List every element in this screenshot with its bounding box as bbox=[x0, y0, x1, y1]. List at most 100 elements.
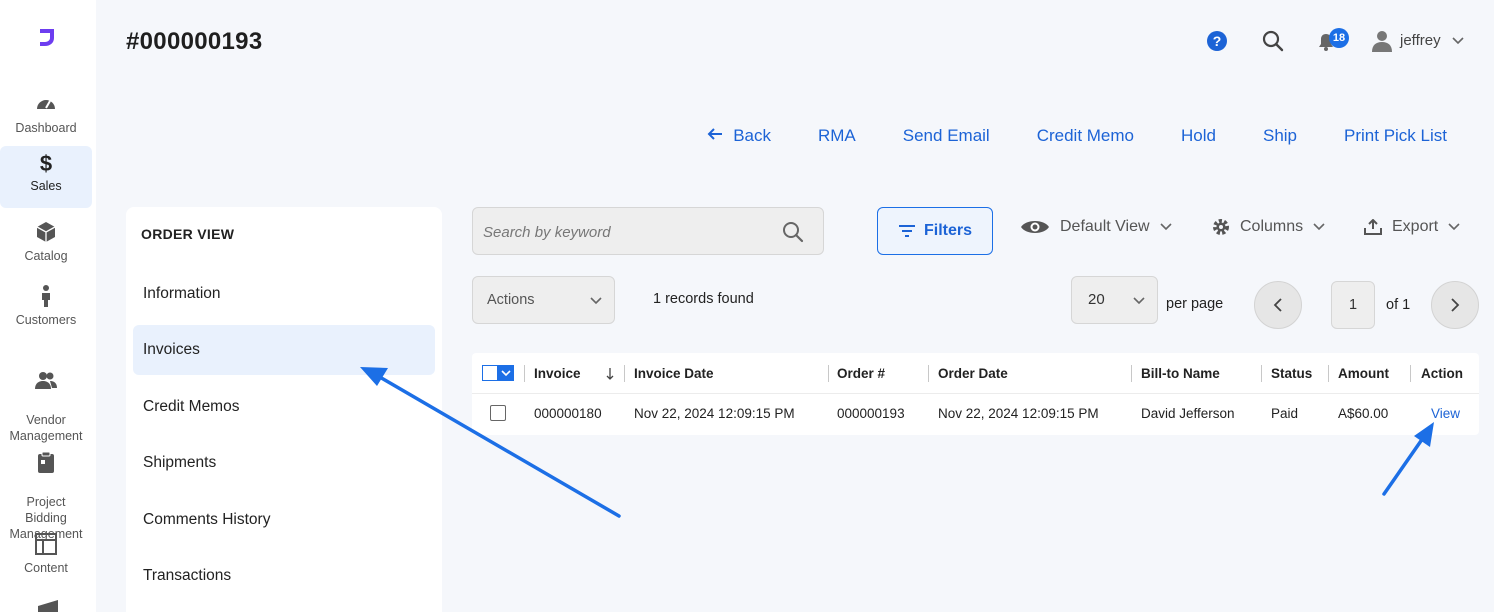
header-invoice[interactable]: Invoice bbox=[534, 366, 581, 381]
header-order-number[interactable]: Order # bbox=[837, 366, 885, 381]
column-separator bbox=[524, 365, 525, 382]
nav-item-content[interactable]: Content bbox=[0, 532, 92, 576]
user-name[interactable]: jeffrey bbox=[1400, 32, 1441, 49]
search-input[interactable] bbox=[483, 220, 773, 244]
search-box bbox=[472, 207, 824, 255]
default-view-label: Default View bbox=[1060, 218, 1150, 235]
send-email-button[interactable]: Send Email bbox=[903, 126, 990, 146]
back-label: Back bbox=[733, 126, 771, 145]
person-icon bbox=[42, 285, 50, 307]
export-icon bbox=[1364, 219, 1382, 235]
ship-button[interactable]: Ship bbox=[1263, 126, 1297, 146]
cell-invoice-date: Nov 22, 2024 12:09:15 PM bbox=[634, 406, 795, 421]
cell-bill-to-name: David Jefferson bbox=[1141, 406, 1235, 421]
nav-item-vendor-management[interactable]: Vendor Management bbox=[0, 352, 92, 444]
column-separator bbox=[928, 365, 929, 382]
header-action: Action bbox=[1421, 366, 1463, 381]
search-icon[interactable] bbox=[781, 220, 805, 244]
users-icon bbox=[35, 372, 57, 389]
credit-memo-button[interactable]: Credit Memo bbox=[1037, 126, 1134, 146]
nav-item-sales[interactable]: $ Sales bbox=[0, 146, 92, 208]
svg-text:?: ? bbox=[1213, 33, 1222, 49]
gear-icon bbox=[1213, 219, 1229, 235]
nav-label: Content bbox=[24, 561, 68, 575]
columns-dropdown[interactable]: Columns bbox=[1212, 218, 1325, 236]
header-status[interactable]: Status bbox=[1271, 366, 1312, 381]
brand-logo-icon[interactable] bbox=[36, 26, 58, 48]
mass-select-arrow[interactable] bbox=[498, 365, 514, 381]
view-invoice-link[interactable]: View bbox=[1431, 406, 1460, 421]
chevron-right-icon bbox=[1451, 298, 1460, 312]
cell-order-number: 000000193 bbox=[837, 406, 905, 421]
side-item-information[interactable]: Information bbox=[133, 269, 435, 319]
filter-icon bbox=[898, 225, 915, 237]
side-item-credit-memos[interactable]: Credit Memos bbox=[133, 382, 435, 432]
side-item-invoices[interactable]: Invoices bbox=[133, 325, 435, 375]
rma-button[interactable]: RMA bbox=[818, 126, 856, 146]
per-page-select[interactable]: 20 bbox=[1071, 276, 1158, 324]
clipboard-icon bbox=[38, 451, 54, 473]
box-icon bbox=[36, 222, 56, 242]
header-order-date[interactable]: Order Date bbox=[938, 366, 1008, 381]
nav-label: Customers bbox=[15, 313, 77, 327]
arrow-left-icon bbox=[707, 128, 723, 140]
cell-invoice: 000000180 bbox=[534, 406, 602, 421]
per-page-value: 20 bbox=[1088, 291, 1105, 308]
page-title: #000000193 bbox=[126, 28, 263, 55]
select-all-box[interactable] bbox=[482, 365, 498, 381]
layout-icon bbox=[35, 533, 57, 555]
nav-item-dashboard[interactable]: Dashboard bbox=[0, 92, 92, 136]
default-view-dropdown[interactable]: Default View bbox=[1020, 218, 1172, 236]
side-item-transactions[interactable]: Transactions bbox=[133, 551, 435, 601]
row-checkbox[interactable] bbox=[490, 405, 506, 421]
filters-button[interactable]: Filters bbox=[877, 207, 993, 255]
user-avatar-icon[interactable] bbox=[1370, 29, 1394, 53]
nav-label: Dashboard bbox=[15, 121, 77, 135]
chevron-down-icon[interactable] bbox=[1451, 36, 1465, 46]
chevron-down-icon bbox=[1448, 223, 1460, 231]
chevron-left-icon bbox=[1273, 298, 1282, 312]
nav-item-customers[interactable]: Customers bbox=[0, 284, 92, 328]
search-icon[interactable] bbox=[1261, 29, 1285, 53]
side-item-comments-history[interactable]: Comments History bbox=[133, 495, 435, 545]
header-invoice-date[interactable]: Invoice Date bbox=[634, 366, 714, 381]
store-icon[interactable] bbox=[36, 600, 60, 612]
dollar-icon: $ bbox=[39, 151, 53, 176]
left-navigation: Dashboard $ Sales Catalog Customers Vend… bbox=[0, 0, 96, 612]
mass-actions-dropdown[interactable]: Actions bbox=[472, 276, 615, 324]
export-label: Export bbox=[1392, 218, 1439, 235]
cell-amount: A$60.00 bbox=[1338, 406, 1389, 421]
nav-item-project-bidding-management[interactable]: Project Bidding Management bbox=[0, 434, 92, 542]
nav-item-catalog[interactable]: Catalog bbox=[0, 220, 92, 264]
header-amount[interactable]: Amount bbox=[1338, 366, 1389, 381]
help-icon[interactable]: ? bbox=[1205, 29, 1229, 53]
filters-label: Filters bbox=[923, 222, 972, 239]
mass-actions-label: Actions bbox=[487, 292, 535, 308]
side-item-shipments[interactable]: Shipments bbox=[133, 438, 435, 488]
column-separator bbox=[624, 365, 625, 382]
cell-order-date: Nov 22, 2024 12:09:15 PM bbox=[938, 406, 1099, 421]
column-separator bbox=[1261, 365, 1262, 382]
header-divider bbox=[472, 393, 1479, 394]
column-separator bbox=[1328, 365, 1329, 382]
invoices-grid: Invoice Invoice Date Order # Order Date … bbox=[472, 353, 1479, 435]
per-page-label: per page bbox=[1166, 296, 1224, 312]
sort-arrow-icon[interactable] bbox=[605, 367, 615, 381]
back-button[interactable]: Back bbox=[707, 126, 771, 146]
hold-button[interactable]: Hold bbox=[1181, 126, 1216, 146]
next-page-button[interactable] bbox=[1431, 281, 1479, 329]
export-dropdown[interactable]: Export bbox=[1364, 218, 1460, 236]
eye-icon bbox=[1021, 221, 1049, 233]
notifications-badge[interactable]: 18 bbox=[1329, 28, 1349, 48]
previous-page-button[interactable] bbox=[1254, 281, 1302, 329]
page-number-input[interactable]: 1 bbox=[1331, 281, 1375, 329]
nav-label: Catalog bbox=[24, 249, 68, 263]
cell-status: Paid bbox=[1271, 406, 1299, 421]
order-view-title: ORDER VIEW bbox=[141, 226, 235, 242]
mass-select-checkbox[interactable] bbox=[482, 365, 514, 381]
records-found: 1 records found bbox=[653, 291, 754, 307]
gauge-icon bbox=[37, 100, 55, 109]
header-bill-to-name[interactable]: Bill-to Name bbox=[1141, 366, 1220, 381]
chevron-down-icon bbox=[1133, 297, 1145, 305]
print-pick-list-button[interactable]: Print Pick List bbox=[1344, 126, 1447, 146]
